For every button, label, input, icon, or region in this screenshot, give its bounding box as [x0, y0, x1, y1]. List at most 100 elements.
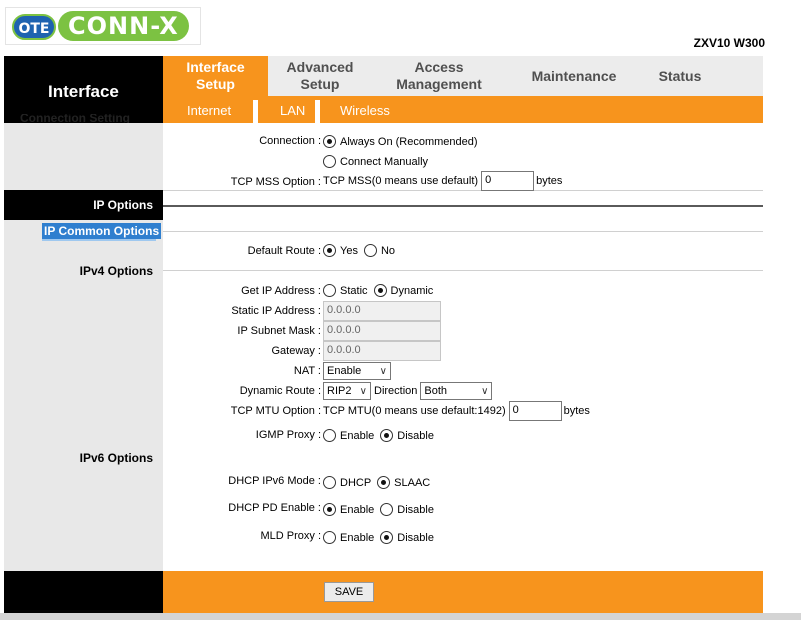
slaac-label: SLAAC	[394, 476, 431, 489]
direction-selected-value: Both	[424, 385, 448, 397]
nat-label: NAT :	[293, 365, 321, 377]
dhcp-ipv6-slaac-option[interactable]: SLAAC	[377, 476, 430, 489]
dynamic-route-selected-value: RIP2	[327, 385, 352, 397]
page-title: Interface	[48, 82, 119, 101]
disable-label: Disable	[397, 429, 434, 442]
radio-checked-icon[interactable]	[323, 135, 336, 148]
tcp-mss-hint: TCP MSS(0 means use default)	[323, 175, 479, 187]
radio-unchecked-icon[interactable]	[363, 244, 377, 257]
divider	[163, 231, 763, 232]
radio-unchecked-icon[interactable]	[323, 476, 336, 489]
tcp-mtu-hint: TCP MTU(0 means use default:1492)	[323, 405, 506, 417]
tcp-mss-label: TCP MSS Option :	[230, 176, 321, 188]
tab-status[interactable]: Status	[640, 56, 720, 96]
no-label: No	[380, 244, 396, 257]
dhcp-ipv6-mode-label: DHCP IPv6 Mode :	[228, 475, 321, 487]
tcp-mtu-input[interactable]: 0	[508, 401, 562, 421]
tcp-mtu-label: TCP MTU Option :	[230, 405, 321, 417]
mld-enable-option[interactable]: Enable	[323, 531, 374, 544]
yes-label: Yes	[340, 244, 358, 257]
radio-unchecked-icon[interactable]	[323, 429, 336, 442]
tab-interface-setup[interactable]: Interface Setup	[163, 56, 268, 96]
ipv4-options-label: IPv4 Options	[79, 264, 153, 278]
router-config-page: OTE CONN-X ZXV10 W300 Interface Interfac…	[0, 0, 801, 620]
get-ip-label: Get IP Address :	[241, 285, 321, 297]
device-model: ZXV10 W300	[693, 36, 765, 50]
gateway-label: Gateway :	[271, 345, 321, 357]
dhcp-pd-enable-label: DHCP PD Enable :	[228, 502, 321, 514]
gateway-input[interactable]: 0.0.0.0	[323, 341, 441, 361]
disable-label: Disable	[397, 531, 434, 544]
tcp-mss-input[interactable]: 0	[481, 171, 535, 191]
default-route-yes-option[interactable]: Yes	[323, 244, 358, 257]
radio-checked-icon[interactable]	[323, 244, 336, 257]
dhcp-ipv6-dhcp-option[interactable]: DHCP	[323, 476, 371, 489]
disable-label: Disable	[397, 503, 434, 516]
direction-select[interactable]: Both ∨	[420, 382, 493, 400]
igmp-proxy-label: IGMP Proxy :	[255, 429, 321, 441]
dhcp-label: DHCP	[340, 476, 372, 489]
enable-label: Enable	[340, 531, 375, 544]
radio-checked-icon[interactable]	[380, 429, 394, 442]
subnet-mask-label: IP Subnet Mask :	[237, 325, 321, 337]
subtab-lan[interactable]: LAN	[280, 100, 305, 122]
static-ip-label: Static IP Address :	[231, 305, 321, 317]
subtab-divider	[315, 100, 320, 123]
dynamic-label: Dynamic	[390, 284, 434, 297]
always-on-label: Always On (Recommended)	[340, 135, 478, 148]
radio-checked-icon[interactable]	[323, 503, 336, 516]
connection-always-on-option[interactable]: Always On (Recommended)	[323, 135, 478, 148]
footer-bar	[163, 571, 763, 613]
connection-setting-label: Connection Setting	[20, 114, 130, 123]
chevron-down-icon: ∨	[481, 385, 489, 397]
subnet-mask-input[interactable]: 0.0.0.0	[323, 321, 441, 341]
bottom-scroll-strip	[0, 613, 801, 620]
dynamic-route-select[interactable]: RIP2 ∨	[323, 382, 371, 400]
mld-proxy-label: MLD Proxy :	[260, 530, 321, 542]
footer-left-block	[4, 571, 163, 613]
chevron-down-icon: ∨	[359, 385, 367, 397]
radio-checked-icon[interactable]	[373, 284, 387, 297]
enable-label: Enable	[340, 429, 375, 442]
subtab-wireless[interactable]: Wireless	[340, 100, 390, 122]
tab-maintenance[interactable]: Maintenance	[520, 56, 628, 96]
divider	[163, 205, 763, 207]
tcp-mtu-unit: bytes	[563, 405, 590, 417]
enable-label: Enable	[340, 503, 375, 516]
nat-selected-value: Enable	[327, 365, 362, 377]
brand-logo: OTE CONN-X	[5, 7, 201, 45]
nat-select[interactable]: Enable ∨	[323, 362, 391, 380]
connect-manually-label: Connect Manually	[340, 155, 429, 168]
ip-options-header: IP Options	[4, 190, 163, 220]
selection-underline	[42, 239, 156, 241]
radio-unchecked-icon[interactable]	[323, 155, 336, 168]
radio-unchecked-icon[interactable]	[323, 531, 336, 544]
get-ip-static-option[interactable]: Static	[323, 284, 368, 297]
get-ip-dynamic-option[interactable]: Dynamic	[373, 284, 434, 297]
dhcp-pd-enable-option[interactable]: Enable	[323, 503, 374, 516]
subtab-internet[interactable]: Internet	[187, 100, 231, 122]
igmp-enable-option[interactable]: Enable	[323, 429, 374, 442]
conn-x-logo: CONN-X	[58, 11, 189, 41]
static-label: Static	[340, 284, 368, 297]
default-route-no-option[interactable]: No	[363, 244, 396, 257]
radio-unchecked-icon[interactable]	[380, 503, 394, 516]
direction-label: Direction	[374, 385, 418, 397]
radio-checked-icon[interactable]	[380, 531, 394, 544]
save-button[interactable]: SAVE	[324, 582, 374, 602]
igmp-disable-option[interactable]: Disable	[380, 429, 434, 442]
static-ip-input[interactable]: 0.0.0.0	[323, 301, 441, 321]
chevron-down-icon: ∨	[379, 365, 387, 377]
divider	[163, 270, 763, 271]
ip-common-options-label: IP Common Options	[42, 223, 162, 239]
ote-logo-icon: OTE	[12, 14, 56, 40]
radio-unchecked-icon[interactable]	[323, 284, 336, 297]
ipv6-options-label: IPv6 Options	[79, 451, 153, 465]
default-route-label: Default Route :	[247, 245, 321, 257]
dhcp-pd-disable-option[interactable]: Disable	[380, 503, 434, 516]
tab-advanced-setup[interactable]: Advanced Setup	[272, 56, 368, 96]
tab-access-management[interactable]: Access Management	[380, 56, 498, 96]
connection-manual-option[interactable]: Connect Manually	[323, 155, 428, 168]
mld-disable-option[interactable]: Disable	[380, 531, 434, 544]
radio-checked-icon[interactable]	[377, 476, 391, 489]
